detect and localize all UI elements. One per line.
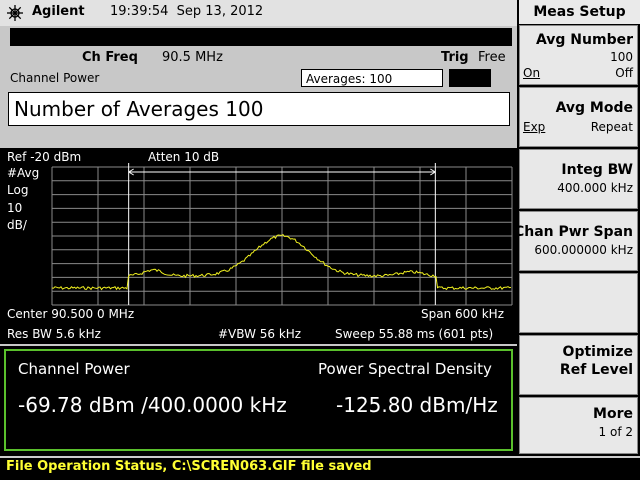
vbw-label: #VBW 56 kHz	[218, 327, 302, 341]
avg-number-label: Avg Number	[535, 32, 633, 48]
more-page-indicator: 1 of 2	[598, 425, 633, 439]
avg-mode-label: Avg Mode	[555, 100, 633, 116]
chan-pwr-span-value: 600.000000 kHz	[534, 243, 633, 257]
channel-power-label: Channel Power	[18, 360, 130, 378]
sweep-label: Sweep 55.88 ms (601 pts)	[335, 327, 494, 341]
integ-bw-softkey[interactable]: Integ BW 400.000 kHz	[519, 149, 638, 209]
span-label: Span 600 kHz	[421, 307, 504, 321]
optimize-ref-level-softkey[interactable]: Optimize Ref Level	[519, 335, 638, 395]
channel-power-value: -69.78 dBm /400.0000 kHz	[18, 393, 287, 417]
trig-label: Trig	[441, 50, 469, 65]
more-label: More	[593, 406, 633, 422]
averages-indicator: Averages: 100	[301, 69, 443, 87]
title-bar	[10, 28, 512, 46]
softkey-menu-title: Meas Setup	[519, 0, 640, 24]
brand-name: Agilent	[32, 4, 85, 19]
center-freq-label: Center 90.500 0 MHz	[7, 307, 135, 321]
avg-number-softkey[interactable]: Avg Number 100 On Off	[519, 25, 638, 85]
psd-label: Power Spectral Density	[318, 360, 492, 378]
date-time: 19:39:54 Sep 13, 2012	[110, 4, 263, 19]
empty-softkey[interactable]	[519, 273, 638, 333]
integ-bw-label: Integ BW	[561, 162, 633, 178]
more-softkey[interactable]: More 1 of 2	[519, 397, 638, 454]
integ-bw-value: 400.000 kHz	[557, 181, 633, 195]
avg-mode-repeat-option: Repeat	[590, 120, 633, 134]
measurement-name: Channel Power	[10, 71, 100, 85]
ch-freq-value: 90.5 MHz	[162, 50, 223, 65]
ch-freq-label: Ch Freq	[82, 50, 138, 65]
avg-mode-exp-option: Exp	[523, 120, 546, 134]
time-text: 19:39:54	[110, 4, 169, 19]
trig-value: Free	[478, 50, 506, 65]
res-bw-label: Res BW 5.6 kHz	[7, 327, 101, 341]
file-status-text: File Operation Status, C:\SCREN063.GIF f…	[6, 459, 372, 474]
psd-value: -125.80 dBm/Hz	[336, 393, 498, 417]
optimize-label: Optimize	[562, 344, 633, 360]
avg-on-option: On	[523, 66, 541, 80]
ref-level-label: Ref Level	[559, 362, 633, 378]
avg-number-value: 100	[610, 50, 633, 64]
avg-mode-softkey[interactable]: Avg Mode Exp Repeat	[519, 87, 638, 147]
date-text: Sep 13, 2012	[176, 4, 264, 19]
avg-off-option: Off	[615, 66, 633, 80]
chan-pwr-span-softkey[interactable]: Chan Pwr Span 600.000000 kHz	[514, 211, 638, 271]
active-entry-field[interactable]: Number of Averages 100	[8, 92, 510, 126]
graticule-grid	[51, 166, 513, 306]
agilent-logo-icon	[7, 5, 23, 21]
averages-indicator-secondary	[449, 69, 491, 87]
chan-pwr-span-label: Chan Pwr Span	[513, 224, 633, 240]
